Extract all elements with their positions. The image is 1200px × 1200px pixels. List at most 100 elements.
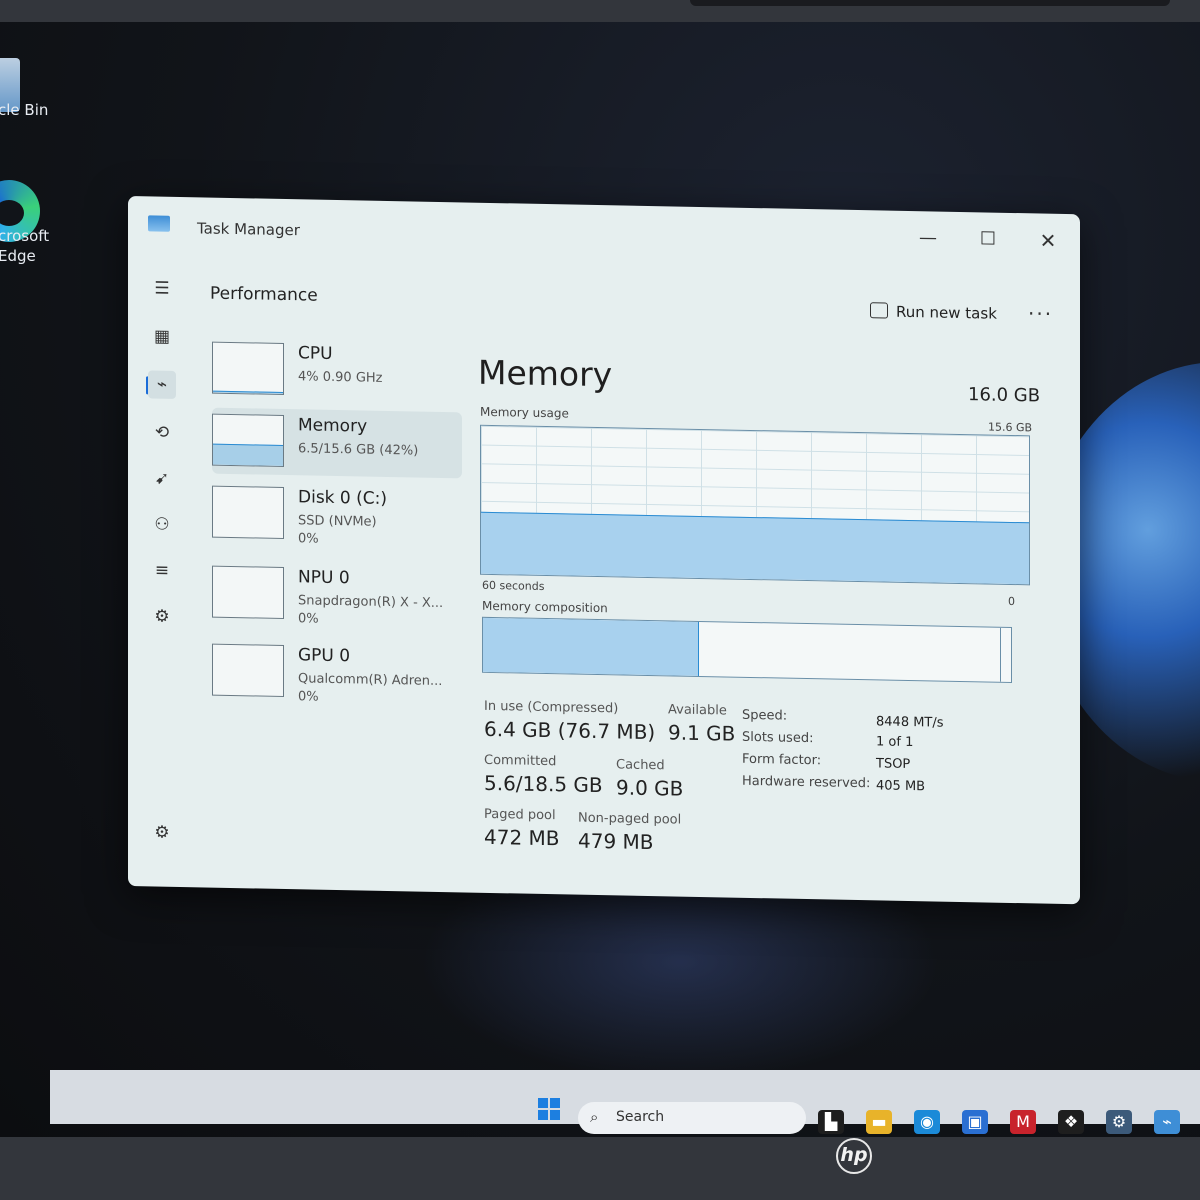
resource-memory[interactable]: Memory 6.5/15.6 GB (42%) (212, 407, 462, 479)
composition-modified (1000, 627, 1006, 682)
processes-icon[interactable]: ▦ (148, 322, 176, 351)
hardware-reserved-value: 405 MB (876, 778, 926, 795)
paged-pool-value: 472 MB (484, 824, 560, 851)
cached-label: Cached (616, 757, 665, 774)
memory-thumbnail-fill (213, 443, 283, 466)
performance-icon[interactable]: ⌁ (148, 370, 176, 399)
memory-total: 16.0 GB (968, 384, 1041, 407)
users-icon[interactable]: ⚇ (148, 510, 176, 539)
task-manager-app-icon (148, 215, 170, 232)
in-use-value: 6.4 GB (76.7 MB) (484, 716, 656, 745)
window-title: Task Manager (197, 219, 300, 240)
memory-composition-bar[interactable] (482, 616, 1012, 683)
resource-name: GPU 0 (298, 645, 351, 667)
search-icon: ⌕ (590, 1108, 599, 1126)
cpu-thumbnail-fill (213, 390, 283, 394)
form-factor-value: TSOP (876, 756, 911, 773)
resource-usage: 0% (298, 531, 319, 547)
close-button[interactable]: ✕ (1028, 225, 1068, 256)
task-view-icon[interactable]: ▙ (818, 1110, 844, 1134)
taskbar: ⌕ Search ▙ ▬ ◉ ▣ M ❖ ⚙ ⌁ (50, 1070, 1200, 1134)
startup-apps-icon[interactable]: ➹ (148, 464, 176, 493)
search-placeholder: Search (616, 1109, 665, 1125)
memory-title: Memory (478, 352, 613, 395)
memory-usage-graph (480, 424, 1030, 586)
resource-cpu[interactable]: CPU 4% 0.90 GHz (212, 336, 462, 407)
cached-value: 9.0 GB (616, 775, 684, 801)
hamburger-icon[interactable]: ☰ (148, 274, 176, 303)
memory-composition-label: Memory composition (482, 598, 608, 616)
details-icon[interactable]: ≡ (148, 556, 176, 585)
settings-icon[interactable]: ⚙ (1106, 1110, 1132, 1134)
minimize-icon: — (919, 227, 937, 249)
npu-thumbnail-fill (213, 616, 283, 618)
paged-pool-label: Paged pool (484, 806, 556, 824)
resource-name: Disk 0 (C:) (298, 487, 388, 509)
memory-thumbnail (212, 413, 284, 467)
edge-icon[interactable]: ◉ (914, 1110, 940, 1134)
resource-detail: SSD (NVMe) (298, 513, 377, 530)
graph-zero-label: 0 (1008, 594, 1015, 609)
resource-name: NPU 0 (298, 567, 350, 589)
cpu-thumbnail (212, 341, 284, 395)
edge-label-line1: crosoft (0, 227, 50, 245)
memory-usage-max: 15.6 GB (988, 420, 1033, 435)
resource-disk[interactable]: Disk 0 (C:) SSD (NVMe) 0% (212, 480, 462, 551)
more-options-button[interactable]: ··· (1028, 301, 1053, 325)
resource-gpu[interactable]: GPU 0 Qualcomm(R) Adren... 0% (212, 638, 462, 709)
dropbox-icon[interactable]: ❖ (1058, 1110, 1084, 1134)
maximize-button[interactable]: ☐ (968, 224, 1008, 255)
committed-label: Committed (484, 752, 557, 770)
nav-rail: ☰ ▦ ⌁ ⟲ ➹ ⚇ ≡ ⚙ ⚙ (128, 254, 194, 887)
resource-npu[interactable]: NPU 0 Snapdragon(R) X - X... 0% (212, 560, 462, 631)
resource-detail: Snapdragon(R) X - X... (298, 593, 444, 612)
disk-thumbnail-fill (213, 536, 283, 538)
composition-in-use (483, 617, 700, 676)
memory-usage-label: Memory usage (480, 404, 569, 421)
memory-usage-fill (481, 511, 1029, 585)
recycle-bin-label: cle Bin (0, 101, 49, 119)
speed-key: Speed: (742, 707, 788, 724)
resource-usage: 0% (298, 611, 319, 627)
run-task-icon (870, 302, 888, 319)
hp-logo: hp (836, 1138, 872, 1174)
task-manager-icon[interactable]: ⌁ (1154, 1110, 1180, 1134)
speed-value: 8448 MT/s (876, 714, 944, 731)
non-paged-pool-label: Non-paged pool (578, 810, 682, 828)
task-manager-window: Task Manager — ☐ ✕ ☰ ▦ ⌁ ⟲ ➹ ⚇ ≡ ⚙ ⚙ Per… (128, 196, 1080, 905)
slots-value: 1 of 1 (876, 734, 914, 751)
bezel-hinge (690, 0, 1170, 6)
settings-icon[interactable]: ⚙ (148, 818, 176, 847)
non-paged-pool-value: 479 MB (578, 828, 654, 855)
form-factor-key: Form factor: (742, 751, 822, 769)
resource-detail: Qualcomm(R) Adren... (298, 671, 443, 690)
title-bar[interactable]: Task Manager — ☐ ✕ (128, 196, 1080, 272)
start-button[interactable] (538, 1098, 560, 1120)
laptop-bezel: cle Bin crosoft Edge Task Manager — ☐ ✕ … (0, 0, 1200, 1200)
store-icon[interactable]: ▣ (962, 1110, 988, 1134)
taskbar-search[interactable]: ⌕ Search (578, 1102, 806, 1134)
in-use-label: In use (Compressed) (484, 698, 619, 717)
run-new-task-button[interactable]: Run new task (870, 302, 997, 323)
close-icon: ✕ (1039, 228, 1057, 253)
resource-usage: 0% (298, 689, 319, 705)
npu-thumbnail (212, 565, 284, 619)
minimize-button[interactable]: — (908, 223, 948, 254)
gpu-thumbnail-fill (213, 694, 283, 696)
committed-value: 5.6/18.5 GB (484, 770, 603, 798)
services-icon[interactable]: ⚙ (148, 602, 176, 631)
resource-name: Memory (298, 415, 368, 437)
disk-thumbnail (212, 485, 284, 539)
slots-key: Slots used: (742, 729, 814, 747)
page-title: Performance (210, 283, 318, 306)
file-explorer-icon[interactable]: ▬ (866, 1110, 892, 1134)
resource-list: CPU 4% 0.90 GHz Memory 6.5/15.6 GB (42%)… (212, 336, 462, 705)
edge-label-line2: Edge (0, 247, 36, 265)
resource-detail: 6.5/15.6 GB (42%) (298, 441, 419, 459)
resource-detail: 4% 0.90 GHz (298, 369, 383, 386)
mcafee-icon[interactable]: M (1010, 1110, 1036, 1134)
hardware-reserved-key: Hardware reserved: (742, 773, 871, 792)
app-history-icon[interactable]: ⟲ (148, 418, 176, 447)
maximize-icon: ☐ (979, 228, 997, 250)
gpu-thumbnail (212, 643, 284, 697)
